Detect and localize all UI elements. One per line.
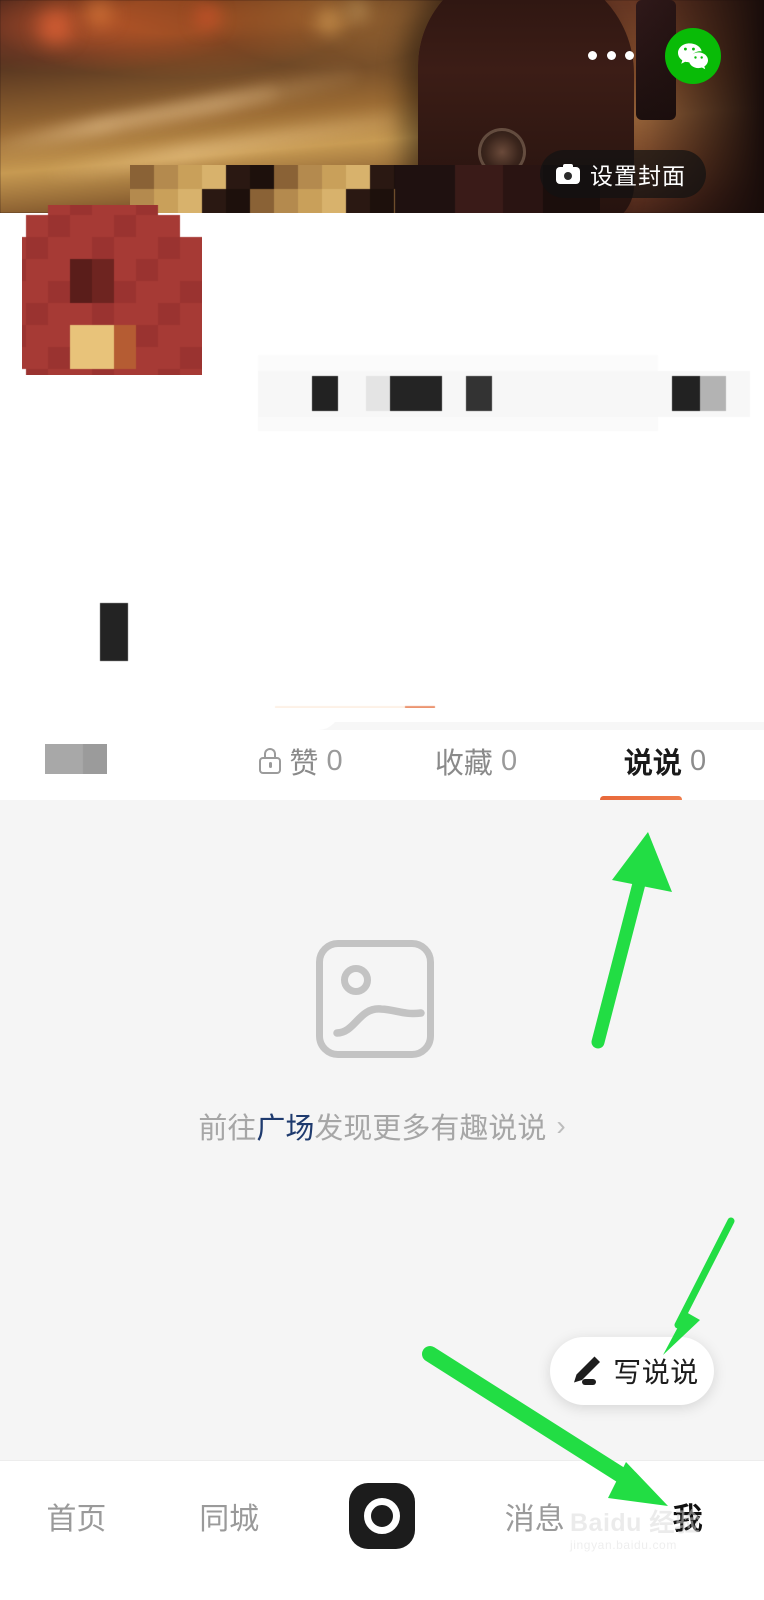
profile-tab-bar: 赞 0 收藏 0 说说 0 xyxy=(0,708,764,803)
app-root: 设置封面 赞 0 收藏 0 说说 0 前往 广场 发现更多有趣说说 › 写说说 … xyxy=(0,0,764,1600)
nav-item-home[interactable]: 首页 xyxy=(0,1461,153,1571)
cover-bokeh-light xyxy=(38,10,72,44)
empty-text-before: 前往 xyxy=(198,1113,257,1145)
cover-bokeh-light xyxy=(316,8,342,34)
tab-label-mosaic-redaction xyxy=(45,744,107,774)
tab-likes-label: 赞 xyxy=(289,748,319,780)
profile-info-section xyxy=(0,205,764,708)
profile-mosaic-redaction xyxy=(0,213,764,708)
tab-favorites-count: 0 xyxy=(500,744,518,777)
baidu-jingyan-watermark: Baidu 经验 jingyan.baidu.com xyxy=(570,1508,760,1566)
set-cover-button[interactable]: 设置封面 xyxy=(540,150,706,198)
cover-bokeh-light xyxy=(86,0,112,26)
nav-city-label: 同城 xyxy=(199,1503,260,1536)
watermark-main-text: Baidu 经验 xyxy=(570,1509,701,1537)
wechat-icon[interactable] xyxy=(665,28,721,84)
tab-likes-count: 0 xyxy=(326,744,343,777)
cover-bokeh-light xyxy=(196,6,218,28)
pencil-icon xyxy=(565,1354,603,1388)
nav-home-label: 首页 xyxy=(46,1503,107,1536)
image-placeholder-icon xyxy=(316,940,434,1058)
empty-state-text[interactable]: 前往 广场 发现更多有趣说说 › xyxy=(0,1105,764,1147)
tab-shuoshuo-label: 说说 xyxy=(623,748,682,780)
nav-item-city[interactable]: 同城 xyxy=(153,1461,306,1571)
cover-bokeh-light xyxy=(348,2,366,20)
cover-photo-area[interactable]: 设置封面 xyxy=(0,0,764,213)
camera-shutter-icon[interactable] xyxy=(348,1483,415,1549)
empty-text-link[interactable]: 广场 xyxy=(256,1105,314,1147)
set-cover-label: 设置封面 xyxy=(590,163,686,189)
tab-likes[interactable]: 赞 0 xyxy=(216,730,386,792)
tab-redacted[interactable] xyxy=(0,730,216,792)
nav-messages-label: 消息 xyxy=(504,1503,565,1536)
empty-text-after: 发现更多有趣说说 xyxy=(314,1113,547,1145)
camera-icon xyxy=(556,164,580,184)
tab-favorites-label: 收藏 xyxy=(434,748,493,780)
tab-list: 赞 0 收藏 0 说说 0 xyxy=(0,730,764,792)
tab-shuoshuo-count: 0 xyxy=(689,744,707,777)
tab-shuoshuo[interactable]: 说说 0 xyxy=(566,730,764,792)
tab-bar-top-band xyxy=(0,708,764,730)
watermark-sub-text: jingyan.baidu.com xyxy=(570,1538,677,1552)
tab-favorites[interactable]: 收藏 0 xyxy=(386,730,566,792)
lock-icon xyxy=(259,748,282,774)
more-horizontal-icon[interactable] xyxy=(588,45,634,65)
nav-item-camera[interactable] xyxy=(306,1461,459,1571)
chevron-right-icon: › xyxy=(556,1110,566,1141)
write-post-label: 写说说 xyxy=(613,1357,699,1388)
write-post-button[interactable]: 写说说 xyxy=(550,1337,714,1405)
